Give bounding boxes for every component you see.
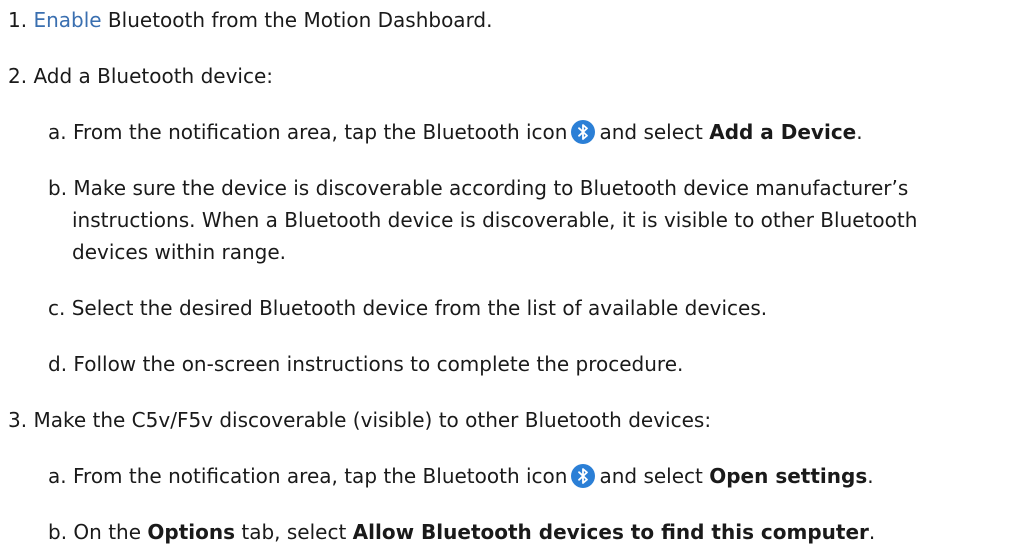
step-3b: b. On the Options tab, select Allow Blue… xyxy=(48,516,875,548)
enable-link[interactable]: Enable xyxy=(33,8,101,32)
step-3b-pre: On the xyxy=(73,520,148,544)
step-3-number: 3. xyxy=(8,408,28,432)
step-2c: c. Select the desired Bluetooth device f… xyxy=(48,292,767,324)
step-2a: a. From the notification area, tap the B… xyxy=(48,116,863,148)
step-3a-end: . xyxy=(867,464,874,488)
step-2-text: Add a Bluetooth device: xyxy=(33,64,274,88)
options-tab-label: Options xyxy=(147,520,236,544)
step-2b-line-2: instructions. When a Bluetooth device is… xyxy=(72,204,917,236)
step-2d-text: Follow the on-screen instructions to com… xyxy=(73,352,684,376)
step-3a: a. From the notification area, tap the B… xyxy=(48,460,874,492)
step-2a-mid: and select xyxy=(599,120,710,144)
step-2d-letter: d. xyxy=(48,352,68,376)
step-3a-text: From the notification area, tap the Blue… xyxy=(72,464,568,488)
step-3b-end: . xyxy=(868,520,876,544)
step-2b-text-2: instructions. When a Bluetooth device is… xyxy=(72,208,918,232)
step-3a-mid: and select xyxy=(599,464,710,488)
step-1: 1. Enable Bluetooth from the Motion Dash… xyxy=(8,4,493,36)
allow-bluetooth-label: Allow Bluetooth devices to find this com… xyxy=(352,520,869,544)
step-3a-letter: a. xyxy=(48,464,67,488)
step-2b-line-1: b. Make sure the device is discoverable … xyxy=(48,172,908,204)
bluetooth-icon xyxy=(571,120,596,144)
bluetooth-icon xyxy=(571,464,596,488)
step-2a-text: From the notification area, tap the Blue… xyxy=(72,120,568,144)
add-a-device-label: Add a Device xyxy=(709,120,857,144)
step-2c-text: Select the desired Bluetooth device from… xyxy=(71,296,768,320)
step-1-number: 1. xyxy=(8,8,28,32)
step-2b-text-3: devices within range. xyxy=(72,240,287,264)
step-2c-letter: c. xyxy=(48,296,66,320)
step-3: 3. Make the C5v/F5v discoverable (visibl… xyxy=(8,404,711,436)
step-2d: d. Follow the on-screen instructions to … xyxy=(48,348,683,380)
step-2: 2. Add a Bluetooth device: xyxy=(8,60,273,92)
step-2a-letter: a. xyxy=(48,120,67,144)
step-3-text: Make the C5v/F5v discoverable (visible) … xyxy=(33,408,712,432)
open-settings-label: Open settings xyxy=(709,464,868,488)
step-2b-letter: b. xyxy=(48,176,68,200)
step-1-text: Bluetooth from the Motion Dashboard. xyxy=(101,8,493,32)
step-3b-letter: b. xyxy=(48,520,68,544)
step-2b-text-1: Make sure the device is discoverable acc… xyxy=(73,176,909,200)
step-2-number: 2. xyxy=(8,64,28,88)
step-2a-end: . xyxy=(856,120,863,144)
step-3b-mid: tab, select xyxy=(235,520,353,544)
step-2b-line-3: devices within range. xyxy=(72,236,286,268)
instructions-document: 1. Enable Bluetooth from the Motion Dash… xyxy=(0,0,1011,560)
